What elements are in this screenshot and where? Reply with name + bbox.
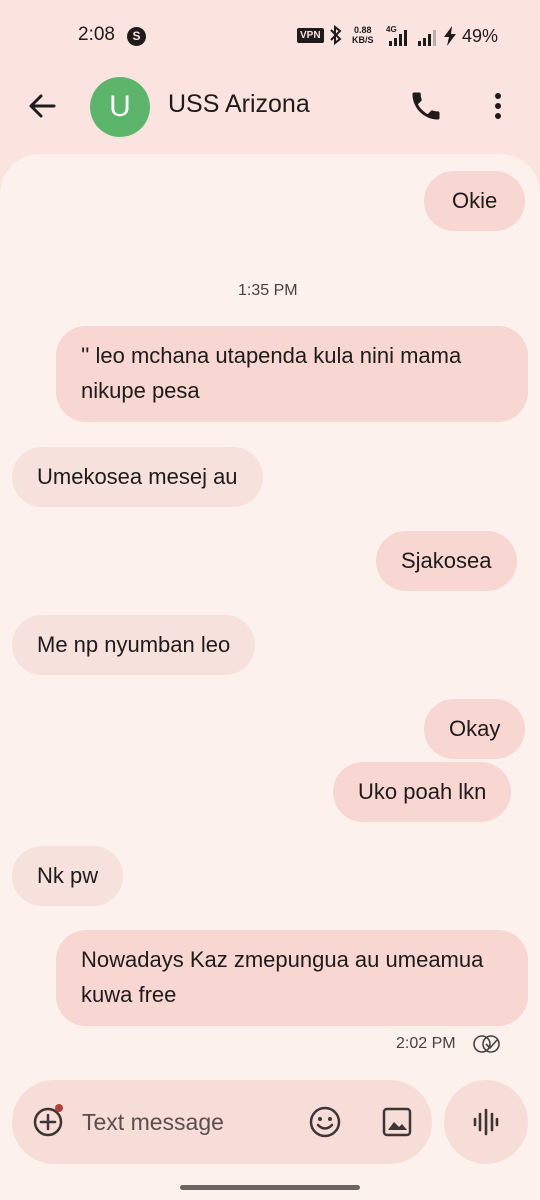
message-list[interactable] [0, 154, 540, 1200]
charging-icon [444, 26, 456, 46]
message-text: Nowadays Kaz zmepungua au umeamua kuwa f… [81, 947, 484, 1007]
bluetooth-icon [330, 25, 342, 45]
message-text: '' leo mchana utapenda kula nini mama ni… [81, 343, 462, 403]
message-bubble-incoming[interactable]: Me np nyumban leo [12, 615, 256, 675]
message-timestamp: 2:02 PM [396, 1035, 456, 1052]
message-bubble-outgoing[interactable]: Nowadays Kaz zmepungua au umeamua kuwa f… [56, 930, 528, 1026]
message-bubble-incoming[interactable]: Umekosea mesej au [12, 447, 263, 507]
status-time: 2:08 [78, 24, 115, 45]
back-arrow-icon[interactable] [24, 88, 60, 124]
message-text: Uko poah lkn [358, 779, 487, 804]
message-bubble-outgoing[interactable]: Uko poah lkn [333, 762, 512, 822]
message-composer [12, 1080, 432, 1164]
message-text: Me np nyumban leo [37, 632, 231, 657]
signal-icon-sim1 [389, 30, 407, 46]
battery-percentage: 49% [462, 26, 499, 46]
voice-message-button[interactable] [444, 1080, 528, 1164]
message-bubble-outgoing[interactable]: Sjakosea [376, 531, 517, 591]
message-bubble-outgoing[interactable]: Okay [424, 699, 526, 759]
message-input[interactable] [82, 1102, 292, 1142]
voice-waveform-icon [473, 1108, 499, 1136]
status-bar: 2:08 S VPN 0.88 KB/S 4G 49% [0, 0, 540, 70]
notification-dot [55, 1104, 63, 1112]
message-text: Okie [452, 188, 498, 213]
gallery-icon[interactable] [381, 1106, 413, 1138]
more-options-icon[interactable] [483, 88, 513, 124]
network-speed-unit: KB/S [352, 35, 374, 45]
message-text: Sjakosea [401, 548, 492, 573]
contact-avatar[interactable]: U [90, 77, 150, 137]
message-text: Umekosea mesej au [37, 464, 238, 489]
message-timestamp: 1:35 PM [238, 282, 298, 299]
emoji-icon[interactable] [308, 1105, 342, 1139]
gesture-navigation-bar[interactable] [180, 1185, 360, 1190]
signal-icon-sim2 [418, 30, 436, 46]
read-receipt-icon [473, 1035, 500, 1053]
message-text: Nk pw [37, 863, 99, 888]
network-speed-value: 0.88 [353, 25, 372, 35]
message-bubble-outgoing[interactable]: '' leo mchana utapenda kula nini mama ni… [56, 326, 528, 422]
conversation-header: U USS Arizona [0, 70, 540, 150]
phone-call-icon[interactable] [408, 88, 444, 124]
message-bubble-incoming[interactable]: Nk pw [12, 846, 124, 906]
message-bubble-outgoing[interactable]: Okie [424, 171, 526, 231]
network-speed: 0.88 KB/S [352, 25, 374, 45]
message-text: Okay [449, 716, 501, 741]
vpn-badge: VPN [297, 28, 324, 43]
shazam-notification-icon: S [127, 27, 146, 46]
contact-name[interactable]: USS Arizona [168, 90, 310, 119]
